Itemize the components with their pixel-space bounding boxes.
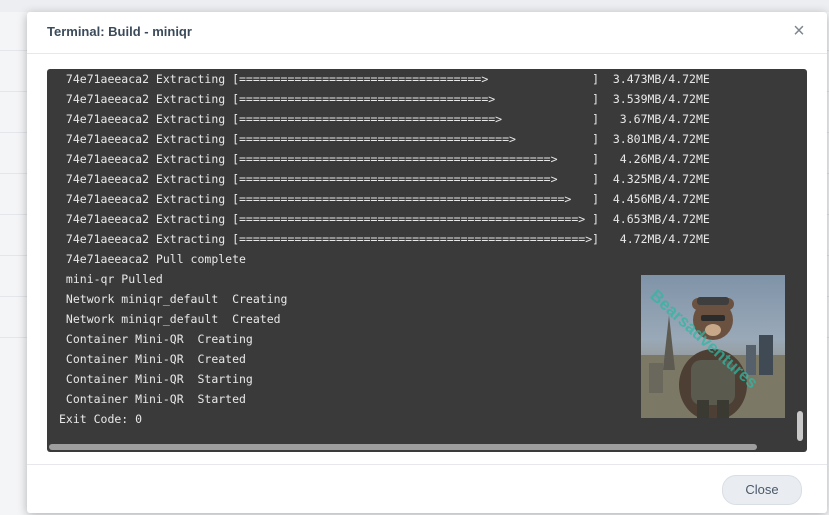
vertical-scrollbar[interactable]: [797, 411, 803, 441]
terminal-line: Network miniqr_default Created: [59, 312, 281, 326]
dialog-title: Terminal: Build - miniqr: [47, 24, 192, 39]
terminal-line: Container Mini-QR Creating: [59, 332, 253, 346]
terminal-line: Container Mini-QR Started: [59, 392, 246, 406]
terminal-dialog: Terminal: Build - miniqr × 74e71aeeaca2 …: [27, 12, 827, 513]
terminal-output[interactable]: 74e71aeeaca2 Extracting [===============…: [47, 69, 807, 452]
bear-illustration: Bearsadventures: [641, 286, 785, 418]
terminal-line: 74e71aeeaca2 Extracting [===============…: [59, 232, 710, 246]
background-header: [0, 0, 829, 12]
horizontal-scrollbar[interactable]: [49, 444, 757, 450]
terminal-line: 74e71aeeaca2 Extracting [===============…: [59, 132, 710, 146]
terminal-line: 74e71aeeaca2 Pull complete: [59, 252, 246, 266]
terminal-line: Exit Code: 0: [59, 412, 143, 426]
terminal-line: 74e71aeeaca2 Extracting [===============…: [59, 72, 710, 86]
close-icon[interactable]: ×: [789, 21, 809, 41]
watermark-image: Bearsadventures: [641, 275, 785, 418]
terminal-line: 74e71aeeaca2 Extracting [===============…: [59, 212, 710, 226]
terminal-line: 74e71aeeaca2 Extracting [===============…: [59, 92, 710, 106]
terminal-line: Container Mini-QR Created: [59, 352, 246, 366]
terminal-line: 74e71aeeaca2 Extracting [===============…: [59, 192, 710, 206]
terminal-line: 74e71aeeaca2 Extracting [===============…: [59, 172, 710, 186]
terminal-line: 74e71aeeaca2 Extracting [===============…: [59, 112, 710, 126]
dialog-header: Terminal: Build - miniqr ×: [27, 12, 827, 54]
terminal-line: Container Mini-QR Starting: [59, 372, 253, 386]
close-button[interactable]: Close: [722, 475, 802, 505]
terminal-line: mini-qr Pulled: [59, 272, 163, 286]
terminal-line: 74e71aeeaca2 Extracting [===============…: [59, 152, 710, 166]
terminal-line: Network miniqr_default Creating: [59, 292, 288, 306]
dialog-footer: Close: [27, 464, 827, 514]
